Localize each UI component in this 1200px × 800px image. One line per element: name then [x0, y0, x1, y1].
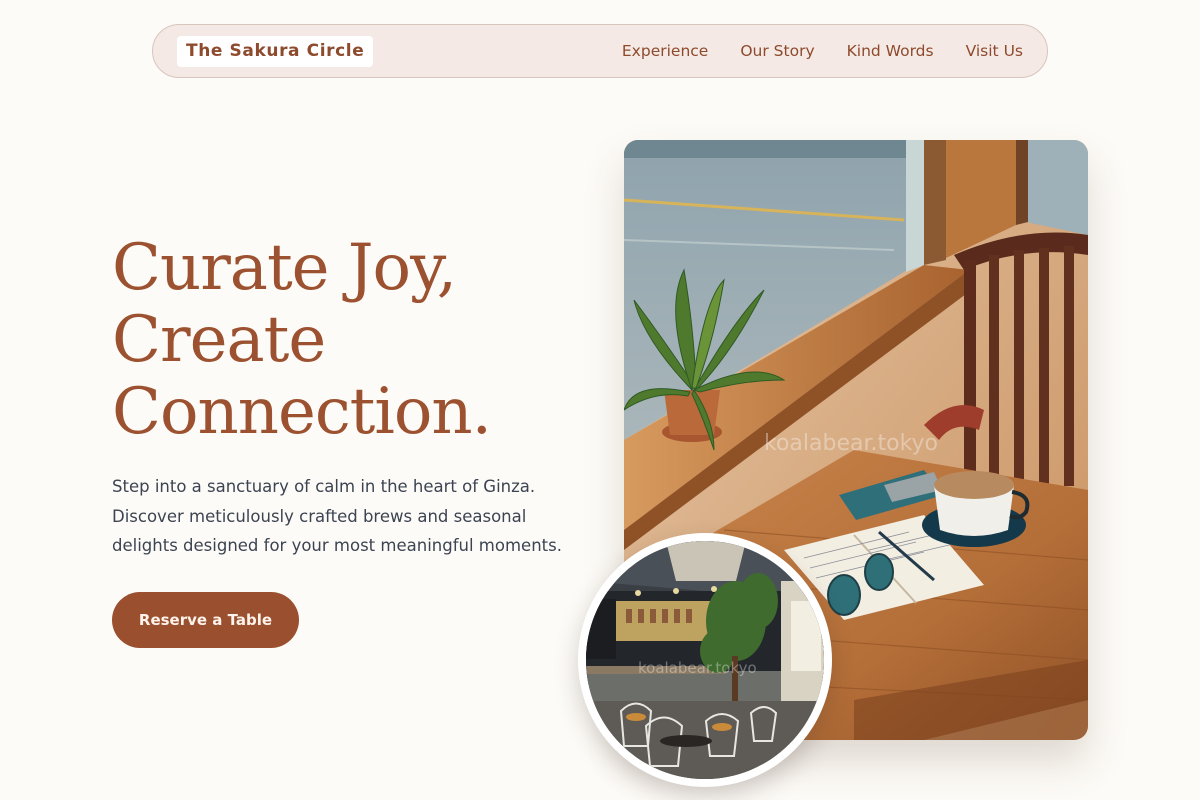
inset-photo-watermark: koalabear.tokyo — [638, 659, 757, 677]
hero-headline: Curate Joy, Create Connection. — [112, 232, 582, 448]
headline-line-3: Connection. — [112, 375, 492, 449]
nav-links: Experience Our Story Kind Words Visit Us — [622, 42, 1023, 60]
cafe-interior-photo: koalabear.tokyo — [578, 533, 832, 787]
nav-link-kind-words[interactable]: Kind Words — [847, 42, 934, 60]
nav-link-our-story[interactable]: Our Story — [740, 42, 814, 60]
cafe-interior-photo-circle: koalabear.tokyo — [586, 541, 824, 779]
main-photo-watermark: koalabear.tokyo — [764, 431, 938, 456]
hero-description: Step into a sanctuary of calm in the hea… — [112, 477, 562, 555]
brand-logo[interactable]: The Sakura Circle — [177, 35, 374, 67]
nav-link-visit-us[interactable]: Visit Us — [966, 42, 1023, 60]
headline-line-1: Curate Joy, — [112, 231, 457, 305]
headline-line-2: Create — [112, 303, 326, 377]
top-navbar: The Sakura Circle Experience Our Story K… — [152, 24, 1048, 78]
reserve-table-button[interactable]: Reserve a Table — [112, 592, 299, 648]
nav-link-experience[interactable]: Experience — [622, 42, 708, 60]
